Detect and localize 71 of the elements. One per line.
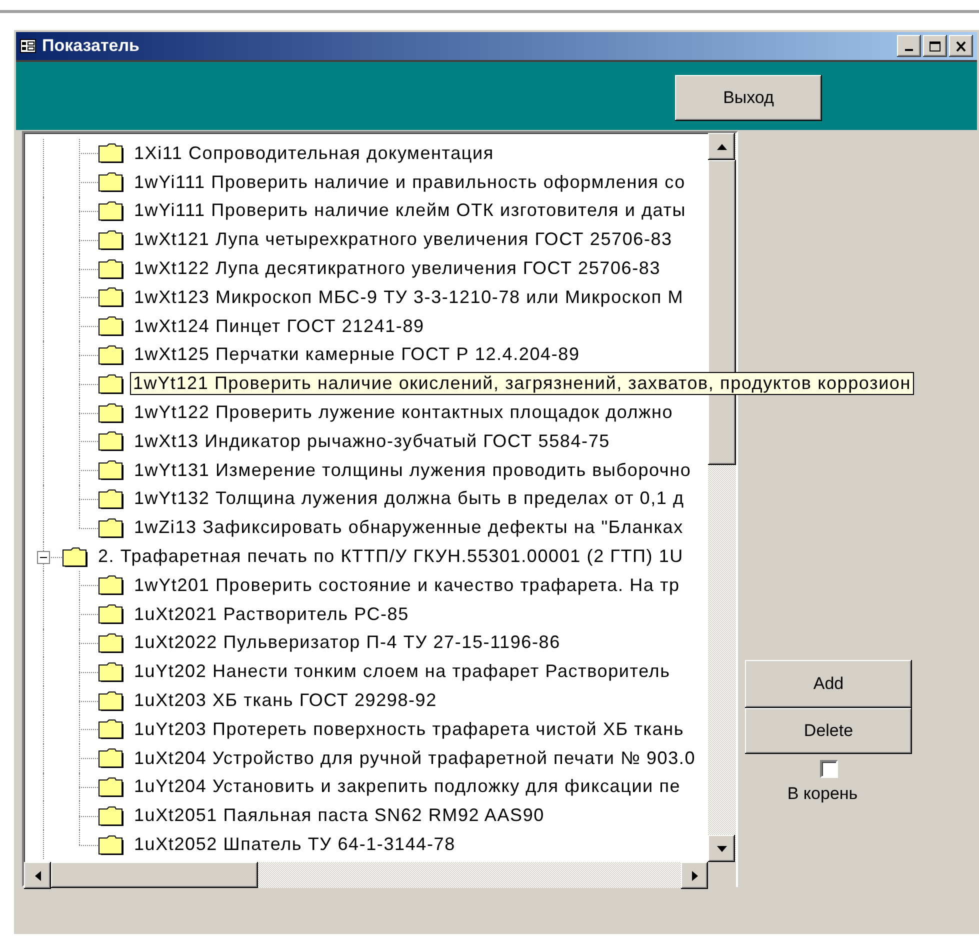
tree-item-label[interactable]: 1uYt204 Установить и закрепить подложку для фиксации пе [134, 776, 681, 798]
tree-item-label[interactable]: 1uYt202 Нанести тонким слоем на трафарет Растворитель [134, 661, 670, 682]
tree-item-label[interactable]: 1uXt204 Устройство для ручной трафаретной печати № 903.0 [134, 748, 696, 769]
folder-icon [98, 834, 124, 855]
folder-icon [98, 402, 124, 423]
scroll-right-icon[interactable] [681, 862, 708, 889]
tree-item-label[interactable]: 1uXt203 ХБ ткань ГОСТ 29298-92 [134, 690, 437, 712]
scrollbar-corner [708, 862, 736, 888]
tree-item-label[interactable]: 1wXt121 Лупа четырехкратного увеличения ГОСТ 25706-83 [134, 229, 672, 250]
tree-item-label[interactable]: 1uXt2022 Пульверизатор П-4 ТУ 27-15-1196-86 [134, 632, 560, 654]
minimize-button[interactable] [897, 35, 921, 57]
tree-item-label[interactable]: 1uXt2051 Паяльная паста SN62 RM92 AAS90 [134, 805, 544, 826]
folder-icon [98, 575, 124, 596]
folder-icon [98, 719, 124, 740]
tree-item-label[interactable]: 1wYt122 Проверить лужение контактных площадок должно [134, 402, 673, 424]
tree-item-label[interactable]: 2. Трафаретная печать по КТТП/У ГКУН.55301.00001 (2 ГТП) 1U [98, 546, 684, 568]
folder-icon [98, 690, 124, 711]
folder-icon [98, 143, 124, 164]
folder-icon [98, 287, 124, 308]
folder-icon [98, 748, 124, 768]
folder-icon [98, 460, 124, 480]
collapse-toggle[interactable] [37, 550, 50, 564]
tree-item-label[interactable]: 1wYi111 Проверить наличие и правильность оформления со [134, 172, 686, 193]
scroll-up-icon[interactable] [708, 133, 735, 160]
folder-icon [98, 431, 124, 452]
folder-icon [98, 258, 124, 279]
folder-icon [62, 546, 88, 567]
horizontal-scrollbar[interactable] [24, 862, 708, 888]
tree-item-label[interactable]: 1uXt2052 Шпатель ТУ 64-1-3144-78 [134, 834, 456, 856]
tree-item-label[interactable]: 1wZi13 Зафиксировать обнаруженные дефекты на "Бланках [134, 517, 684, 538]
tooltip: 1wYt121 Проверить наличие окислений, загрязнений, захватов, продуктов коррозион [130, 372, 914, 396]
tree-item-label[interactable]: 1wYt131 Измерение толщины лужения проводить выборочно [134, 460, 692, 481]
folder-icon [98, 518, 124, 538]
root-checkbox[interactable] [820, 760, 838, 778]
tree-item-label[interactable]: 1uXt2021 Растворитель РС-85 [134, 604, 409, 625]
tree-item-label[interactable]: 1wYi111 Проверить наличие клейм ОТК изготовителя и даты [134, 200, 686, 222]
window-title: Показатель [42, 36, 140, 56]
folder-icon [98, 172, 124, 192]
tree-item-label[interactable]: 1wXt123 Микроскоп МБС-9 ТУ 3-3-1210-78 или Микроскоп М [134, 286, 684, 308]
tree-item-label[interactable]: 1wXt13 Индикатор рычажно-зубчатый ГОСТ 5584-75 [134, 430, 610, 452]
scroll-down-icon[interactable] [708, 835, 735, 862]
close-icon [955, 40, 967, 52]
folder-icon [98, 604, 124, 624]
folder-icon [98, 200, 124, 221]
maximize-icon [929, 40, 941, 52]
folder-icon [98, 374, 124, 394]
form-icon [20, 39, 36, 53]
tree-item-label[interactable]: 1wXt124 Пинцет ГОСТ 21241-89 [134, 316, 424, 337]
close-button[interactable] [949, 35, 973, 57]
tree-item-label[interactable]: 1wXt122 Лупа десятикратного увеличения ГОСТ 25706-83 [134, 258, 661, 280]
scroll-left-icon[interactable] [24, 862, 51, 889]
folder-icon [98, 344, 124, 365]
tree-item-label[interactable]: 1wYt201 Проверить состояние и качество трафарета. На тр [134, 574, 680, 596]
tree-item-label[interactable]: 1Xi11 Сопроводительная документация [134, 142, 494, 164]
folder-icon [98, 316, 124, 336]
tree-item-label[interactable]: 1wYt132 Толщина лужения должна быть в пределах от 0,1 д [134, 488, 684, 510]
folder-icon [98, 776, 124, 797]
folder-icon [98, 230, 124, 250]
checkbox-label: В корень [787, 784, 858, 804]
folder-icon [98, 488, 124, 509]
maximize-button[interactable] [923, 35, 947, 57]
folder-icon [98, 632, 124, 653]
tree-item-label[interactable]: 1uYt203 Протереть поверхность трафарета чистой ХБ ткань [134, 718, 684, 740]
tree-item-label[interactable]: 1wXt125 Перчатки камерные ГОСТ Р 12.4.204-89 [134, 344, 580, 366]
scroll-thumb[interactable] [51, 862, 258, 888]
minimize-icon [905, 49, 913, 51]
add-button[interactable]: Add [745, 660, 912, 708]
exit-button[interactable]: Выход [675, 75, 822, 121]
delete-button[interactable]: Delete [745, 708, 912, 754]
folder-icon [98, 806, 124, 826]
folder-icon [98, 662, 124, 682]
